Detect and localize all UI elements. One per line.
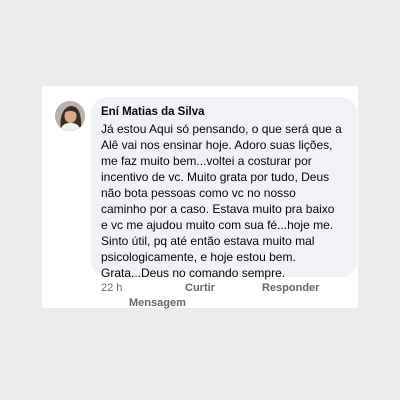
comment-text-line: Sinto útil, pq até então estava muito ma… [101,234,315,248]
message-button[interactable]: Mensagem [129,296,186,310]
comment-text-line: incentivo de vc. Muito grata por tudo, D… [101,170,330,184]
comment-text-line: caminho por a caso. Estava muito pra bai… [101,202,335,216]
comment-text: Já estou Aqui só pensando, o que será qu… [101,121,353,281]
comment-text-line: psicologicamente, e hoje estou bem. [101,250,296,264]
profile-photo-icon [55,101,85,131]
like-button[interactable]: Curtir [185,281,215,295]
reply-button[interactable]: Responder [262,281,319,295]
comment-text-line: Já estou Aqui só pensando, o que será qu… [101,122,342,136]
comment-author[interactable]: Ení Matias da Silva [101,105,205,119]
comment-text-line: e vc me ajudou muito com sua fé...hoje m… [101,218,334,232]
comment-text-line: não bota pessoas como vc no nosso [101,186,296,200]
comment-text-line: Alê vai nos ensinar hoje. Adoro suas liç… [101,138,333,152]
comment-text-line: me faz muito bem...voltei a costurar por [101,154,312,168]
comment-timestamp[interactable]: 22 h [101,281,122,295]
avatar[interactable] [55,101,85,131]
comment-text-line: Grata...Deus no comando sempre. [101,266,286,280]
